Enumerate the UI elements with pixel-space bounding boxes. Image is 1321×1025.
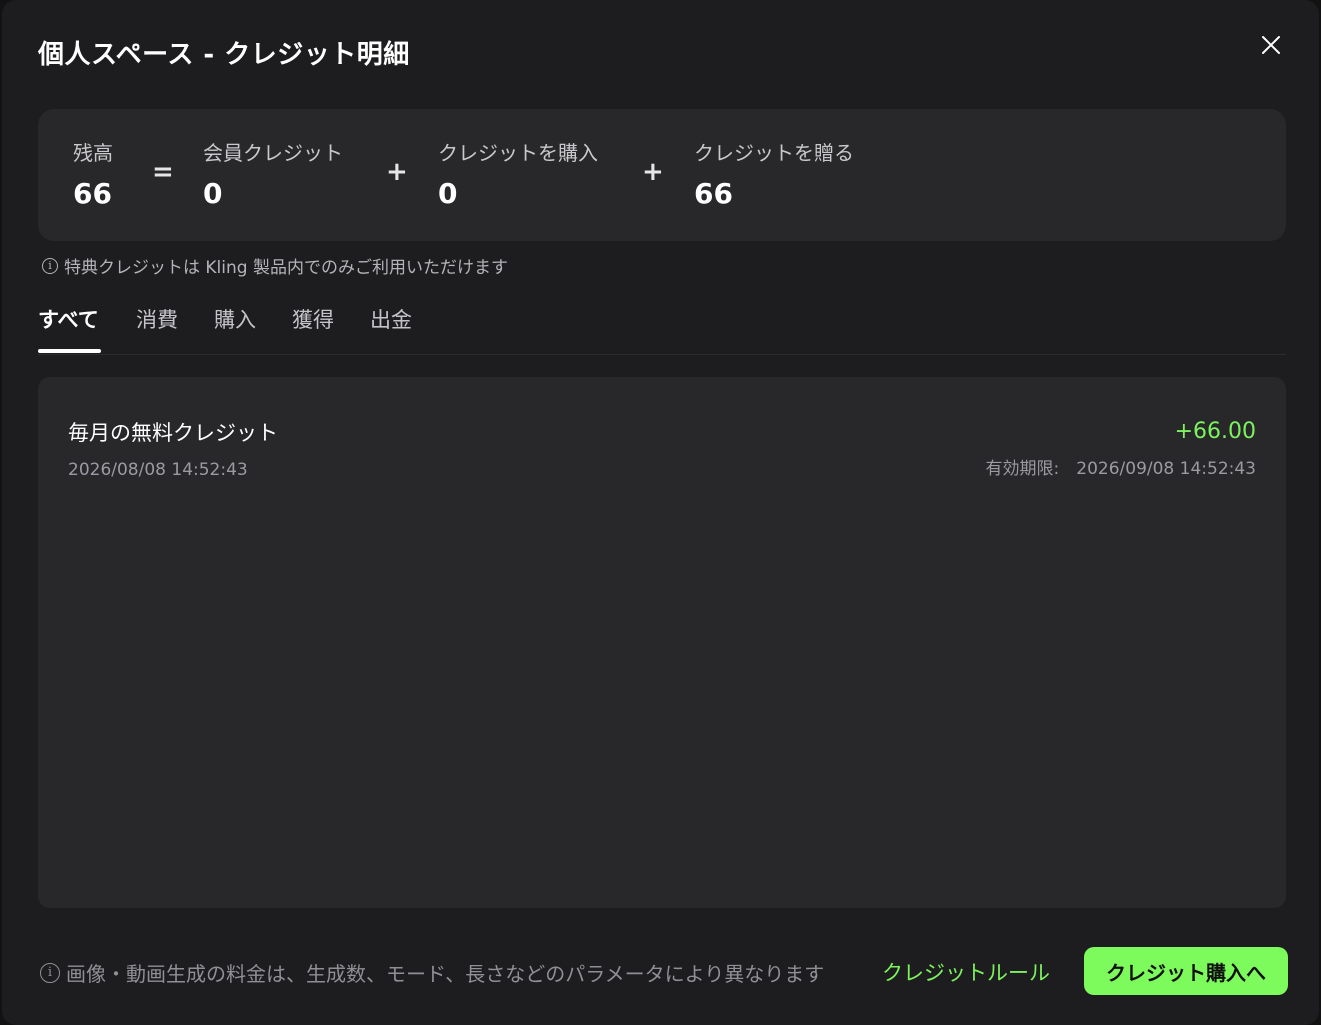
record-date: 2026/08/08 14:52:43 [68,460,248,480]
credit-records-list: 毎月の無料クレジット 2026/08/08 14:52:43 +66.00 有効… [38,377,1286,908]
plus-sign: + [642,157,664,187]
pricing-note-text: 画像・動画生成の料金は、生成数、モード、長さなどのパラメータにより異なります [66,962,825,986]
active-tab-indicator [38,349,101,353]
record-expiry: 有効期限: 2026/09/08 14:52:43 [985,459,1256,479]
dialog-title: 個人スペース - クレジット明細 [38,40,410,70]
tab-consumption[interactable]: 消費 [136,304,178,334]
close-icon [1262,36,1280,54]
list-item: 毎月の無料クレジット 2026/08/08 14:52:43 +66.00 有効… [38,377,1286,487]
gifted-credits-label: クレジットを贈る [694,141,854,165]
membership-credits-value: 0 [203,177,223,210]
balance-label: 残高 [73,141,113,165]
tab-earned[interactable]: 獲得 [292,304,334,334]
tab-purchase[interactable]: 購入 [214,304,256,334]
tab-all[interactable]: すべて [38,304,99,334]
gifted-credits-value: 66 [694,177,733,210]
credit-details-dialog: 個人スペース - クレジット明細 残高 66 = 会員クレジット 0 + クレジ… [2,0,1319,1025]
purchased-credits-label: クレジットを購入 [438,141,598,165]
record-amount: +66.00 [1174,419,1256,444]
purchased-credits-value: 0 [438,177,458,210]
record-title: 毎月の無料クレジット [68,421,278,445]
close-button[interactable] [1254,28,1288,62]
equals-sign: = [152,157,174,187]
bonus-credits-notice: i 特典クレジットは Kling 製品内でのみご利用いただけます [42,253,508,278]
tab-withdrawal[interactable]: 出金 [370,304,412,334]
membership-credits-label: 会員クレジット [203,141,343,165]
credit-summary-card: 残高 66 = 会員クレジット 0 + クレジットを購入 0 + クレジットを贈… [38,109,1286,241]
pricing-note: i 画像・動画生成の料金は、生成数、モード、長さなどのパラメータにより異なります [40,958,824,987]
credit-rules-link[interactable]: クレジットルール [882,957,1050,987]
info-icon: i [42,257,58,274]
balance-value: 66 [73,177,112,210]
filter-tabs: すべて 消費 購入 獲得 出金 [38,300,1286,355]
buy-credits-button[interactable]: クレジット購入へ [1084,947,1288,995]
notice-text: 特典クレジットは Kling 製品内でのみご利用いただけます [64,258,508,278]
plus-sign: + [386,157,408,187]
info-icon: i [40,962,60,983]
